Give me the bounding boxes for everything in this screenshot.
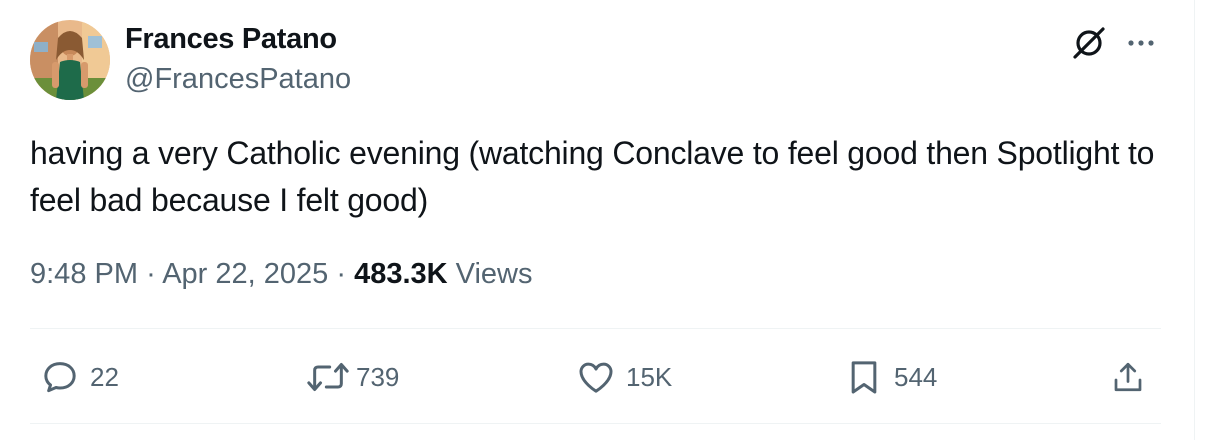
more-options-icon[interactable] (1124, 26, 1158, 65)
share-button[interactable] (1110, 354, 1146, 400)
like-count: 15K (626, 361, 673, 392)
meta-separator: · (146, 258, 156, 290)
repost-icon (307, 363, 349, 391)
tweet-meta: 9:48 PM · Apr 22, 2025 · 483.3K Views (30, 258, 533, 291)
bookmark-icon (851, 361, 877, 394)
repost-count: 739 (356, 361, 400, 392)
bookmark-count: 544 (894, 361, 938, 392)
bookmark-button[interactable]: 544 (844, 354, 937, 400)
avatar[interactable] (30, 20, 110, 100)
tweet-time[interactable]: 9:48 PM (30, 258, 138, 290)
column-border (1194, 0, 1195, 440)
tweet-date[interactable]: Apr 22, 2025 (162, 258, 328, 290)
heart-icon (579, 362, 613, 393)
views-label: Views (455, 258, 533, 290)
tweet-text: having a very Catholic evening (watching… (30, 135, 1155, 218)
grok-icon[interactable] (1070, 24, 1108, 67)
share-icon (1114, 362, 1142, 392)
reply-button[interactable]: 22 (40, 354, 119, 400)
author-handle[interactable]: @FrancesPatano (125, 63, 351, 96)
views-count: 483.3K (354, 258, 448, 290)
like-button[interactable]: 15K (576, 354, 672, 400)
divider (30, 423, 1161, 424)
reply-icon (44, 362, 76, 393)
divider (30, 328, 1161, 329)
meta-separator: · (336, 258, 347, 290)
author-name[interactable]: Frances Patano (125, 23, 337, 56)
avatar-image (30, 20, 110, 100)
reply-count: 22 (90, 361, 119, 392)
repost-button[interactable]: 739 (306, 354, 399, 400)
